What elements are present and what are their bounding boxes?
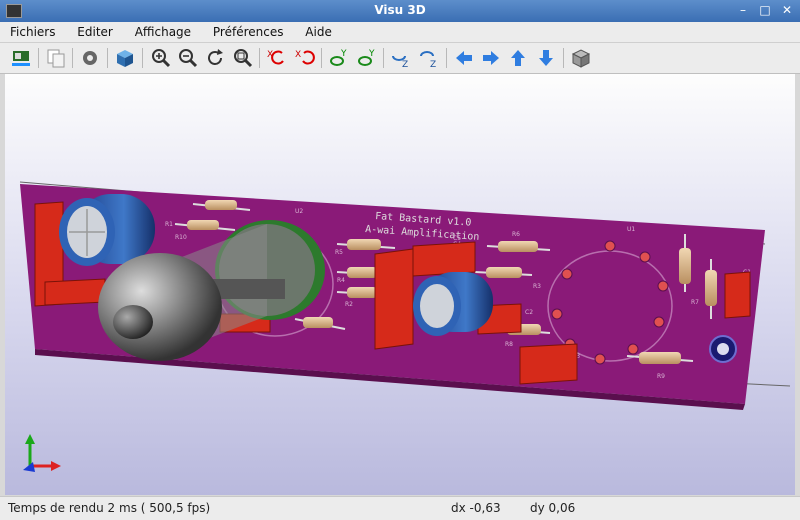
resistor [347,287,377,298]
axis-triad [23,434,61,472]
resistor [347,239,381,250]
close-icon[interactable]: ✕ [780,3,794,17]
tube-envelope [98,253,222,361]
resistor [639,352,681,364]
silk-ref: R10 [175,234,187,241]
ortho-toggle-icon[interactable] [570,47,592,69]
silk-ref: R6 [512,231,520,238]
film-capacitor [412,241,476,277]
silk-ref: U2 [295,208,303,215]
tube-top-knob [113,305,153,339]
silk-ref: R5 [335,249,343,256]
move-left-icon[interactable] [453,47,475,69]
menu-fichiers[interactable]: Fichiers [0,22,63,39]
electrolytic-capacitor-small [413,272,493,336]
menu-aide[interactable]: Aide [295,22,340,39]
resistor [187,220,219,230]
silk-ref: R8 [505,341,513,348]
copy-image-icon[interactable] [45,47,67,69]
menu-editer[interactable]: Editer [67,22,121,39]
rotate-y-ccw-icon[interactable]: Y [356,47,378,69]
minimize-icon[interactable]: – [736,3,750,17]
dx-status: dx -0,63 [451,501,501,515]
move-down-icon[interactable] [535,47,557,69]
film-capacitor [724,271,751,319]
svg-text:Z: Z [402,60,408,69]
silk-ref: U1 [627,226,635,233]
silk-ref: R4 [337,277,345,284]
render-time-status: Temps de rendu 2 ms ( 500,5 fps) [8,501,211,515]
electrolytic-capacitor-large [59,194,155,266]
resistor [303,317,333,328]
move-right-icon[interactable] [480,47,502,69]
film-capacitor [44,278,106,306]
maximize-icon[interactable]: □ [758,3,772,17]
status-bar: Temps de rendu 2 ms ( 500,5 fps) dx -0,6… [0,496,800,520]
rotate-z-ccw-icon[interactable]: Z [418,47,440,69]
redraw-icon[interactable] [204,47,226,69]
silk-ref: C2 [525,309,533,316]
silk-ref: R9 [657,373,665,380]
window-titlebar: Visu 3D – □ ✕ [0,0,800,22]
rotate-z-cw-icon[interactable]: Z [390,47,412,69]
menu-affichage[interactable]: Affichage [125,22,199,39]
svg-text:X: X [295,50,301,60]
3d-scene: Fat Bastard v1.0 A-wai Amplification U2 … [19,181,791,472]
silk-ref: R7 [691,299,699,306]
dy-status: dy 0,06 [530,501,576,515]
silk-ref: R2 [345,301,353,308]
silk-ref: R1 [165,221,173,228]
move-up-icon[interactable] [507,47,529,69]
resistor [486,267,522,278]
window-title: Visu 3D [374,3,426,17]
svg-text:Z: Z [430,60,436,69]
3d-viewport[interactable]: Fat Bastard v1.0 A-wai Amplification U2 … [5,74,795,495]
resistor [205,200,237,210]
resistor [679,248,691,284]
silk-ref: R3 [533,283,541,290]
menu-bar: Fichiers Editer Affichage Préférences Ai… [0,22,800,43]
resistor [347,267,377,278]
film-capacitor [374,248,414,350]
reload-board-icon[interactable] [10,47,32,69]
rotate-x-cw-icon[interactable]: X [266,47,288,69]
menu-preferences[interactable]: Préférences [203,22,292,39]
3d-box-icon[interactable] [114,47,136,69]
toolbar: X X Y Y Z Z [0,43,800,74]
resistor [705,270,717,306]
zoom-in-icon[interactable] [150,47,172,69]
film-capacitor [519,343,578,385]
resistor [498,241,538,252]
rotate-x-ccw-icon[interactable]: X [294,47,316,69]
rotate-y-cw-icon[interactable]: Y [328,47,350,69]
zoom-fit-icon[interactable] [232,47,254,69]
zoom-out-icon[interactable] [177,47,199,69]
settings-gear-icon[interactable] [79,47,101,69]
